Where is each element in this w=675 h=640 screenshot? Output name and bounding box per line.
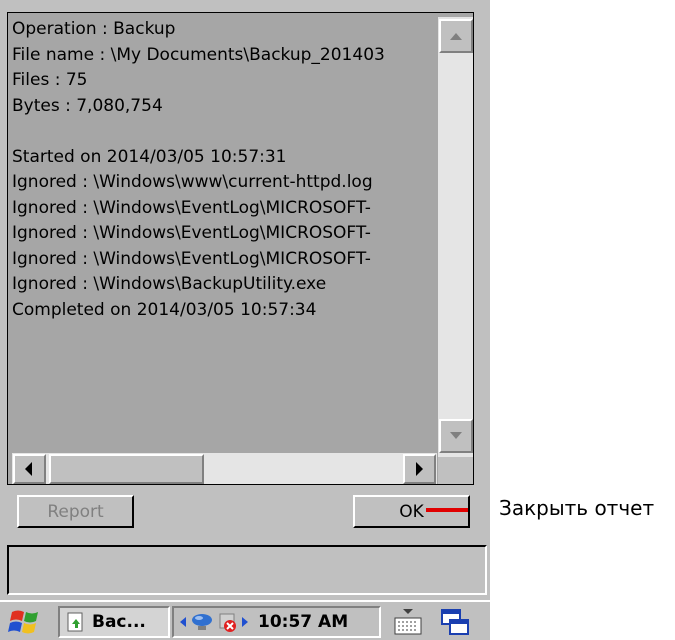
log-line: Bytes : 7,080,754 bbox=[12, 95, 163, 116]
desktop-windows-icon[interactable] bbox=[438, 606, 472, 638]
log-line: Started on 2014/03/05 10:57:31 bbox=[12, 146, 287, 167]
start-menu-icon[interactable] bbox=[8, 606, 44, 638]
log-line: Operation : Backup bbox=[12, 19, 176, 39]
arrow-up-icon bbox=[450, 33, 462, 40]
connection-error-icon[interactable] bbox=[216, 610, 240, 634]
scroll-left-button[interactable] bbox=[13, 454, 46, 484]
log-line: Ignored : \Windows\EventLog\MICROSOFT- bbox=[12, 248, 371, 269]
clock[interactable]: 10:57 AM bbox=[258, 612, 348, 632]
windows-flag-icon bbox=[8, 610, 38, 634]
taskbar: Bac... 10:57 AM bbox=[0, 600, 490, 640]
status-bar bbox=[7, 545, 487, 595]
arrow-right-icon bbox=[416, 462, 423, 476]
tray-right-arrow-icon[interactable] bbox=[240, 615, 250, 629]
backup-report-window: Operation : Backup File name : \My Docum… bbox=[0, 0, 490, 640]
network-icon[interactable] bbox=[188, 610, 216, 634]
log-line: Ignored : \Windows\EventLog\MICROSOFT- bbox=[12, 197, 371, 218]
annotation-pointer-line bbox=[426, 508, 468, 512]
log-line: Completed on 2014/03/05 10:57:34 bbox=[12, 299, 317, 320]
taskbar-app-label: Bac... bbox=[92, 612, 146, 632]
backup-app-icon bbox=[67, 612, 83, 632]
horizontal-scrollbar[interactable] bbox=[12, 453, 437, 484]
scroll-right-button[interactable] bbox=[403, 454, 436, 484]
keyboard-icon[interactable] bbox=[391, 606, 425, 638]
log-line: Ignored : \Windows\EventLog\MICROSOFT- bbox=[12, 223, 371, 243]
scroll-up-button[interactable] bbox=[439, 19, 473, 53]
keyboard-glyph-icon bbox=[394, 609, 422, 635]
scrollbar-corner bbox=[438, 457, 473, 484]
log-text: Operation : Backup File name : \My Docum… bbox=[12, 17, 436, 457]
log-line: Ignored : \Windows\www\current-httpd.log bbox=[12, 172, 373, 192]
report-button[interactable]: Report bbox=[17, 495, 134, 528]
annotation-label: Закрыть отчет bbox=[499, 496, 655, 520]
log-textbox[interactable]: Operation : Backup File name : \My Docum… bbox=[7, 12, 474, 485]
scroll-down-button[interactable] bbox=[439, 419, 473, 453]
arrow-down-icon bbox=[450, 432, 462, 439]
tray-left-arrow-icon[interactable] bbox=[178, 615, 188, 629]
log-line: Ignored : \Windows\BackupUtility.exe bbox=[12, 274, 327, 294]
system-tray: 10:57 AM bbox=[172, 606, 381, 638]
log-line: File name : \My Documents\Backup_201403 bbox=[12, 44, 385, 65]
windows-stack-icon bbox=[441, 609, 469, 635]
taskbar-app-button[interactable]: Bac... bbox=[58, 606, 170, 638]
log-line: Files : 75 bbox=[12, 70, 88, 90]
arrow-left-icon bbox=[25, 462, 32, 476]
horizontal-scroll-thumb[interactable] bbox=[49, 454, 204, 484]
vertical-scrollbar[interactable] bbox=[438, 17, 473, 457]
